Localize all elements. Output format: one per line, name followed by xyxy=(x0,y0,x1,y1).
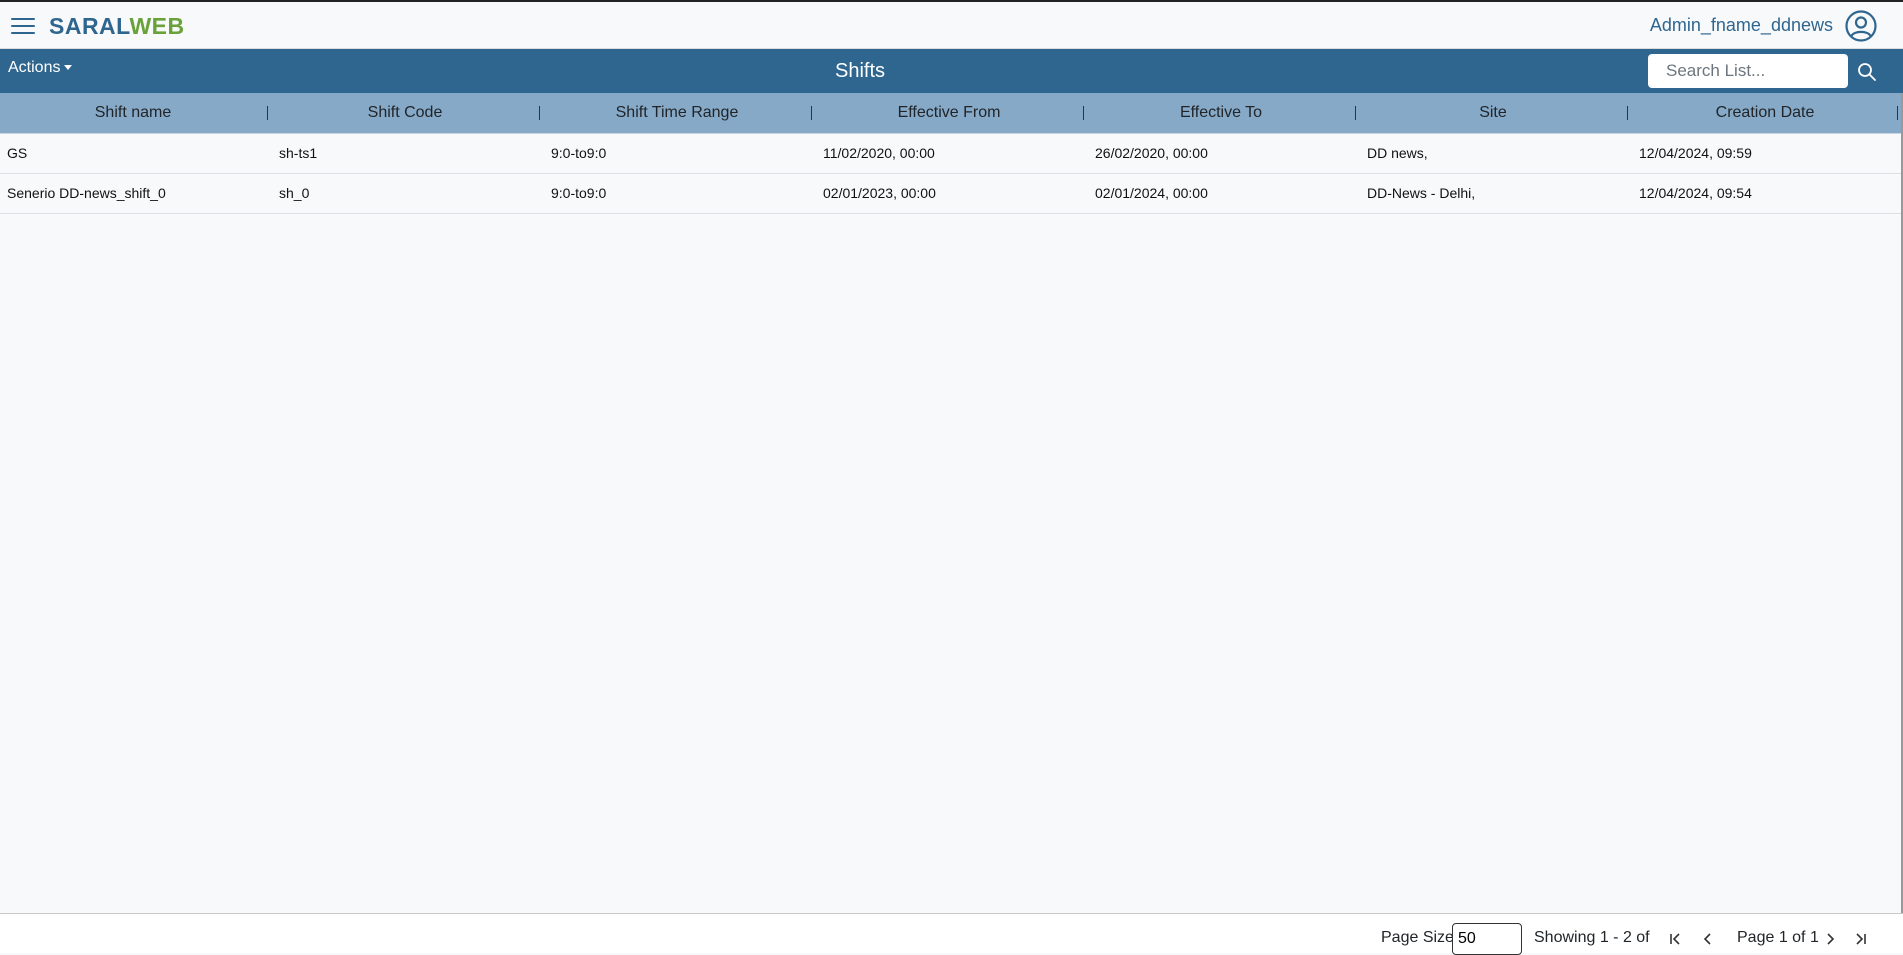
cell-effective-to: 02/01/2024, 00:00 xyxy=(1095,185,1208,201)
cell-shift-code: sh-ts1 xyxy=(279,145,318,161)
next-page-icon[interactable] xyxy=(1823,932,1837,946)
previous-page-icon[interactable] xyxy=(1701,932,1715,946)
user-circle-icon[interactable] xyxy=(1845,10,1877,42)
page-indicator: Page 1 of 1 xyxy=(1737,929,1819,946)
column-header-creation-date[interactable]: Creation Date xyxy=(1632,93,1898,133)
column-header-shift-name[interactable]: Shift name xyxy=(0,93,266,133)
cell-site: DD-News - Delhi, xyxy=(1367,185,1476,201)
cell-effective-from: 11/02/2020, 00:00 xyxy=(823,145,935,161)
cell-shift-time-range: 9:0-to9:0 xyxy=(551,185,607,201)
table-body: GS sh-ts1 9:0-to9:0 11/02/2020, 00:00 26… xyxy=(0,134,1903,214)
page-size-label: Page Size xyxy=(1381,929,1454,946)
pagination-footer: Page Size Showing 1 - 2 of Page 1 of 1 xyxy=(0,913,1903,955)
last-page-icon[interactable] xyxy=(1853,932,1867,946)
first-page-icon[interactable] xyxy=(1669,932,1683,946)
table-row[interactable]: Senerio DD-news_shift_0 sh_0 9:0-to9:0 0… xyxy=(0,174,1903,214)
column-resize-handle[interactable] xyxy=(1083,106,1084,120)
column-header-effective-to[interactable]: Effective To xyxy=(1088,93,1354,133)
brand-logo[interactable]: SARALWEB xyxy=(49,13,185,40)
cell-site: DD news, xyxy=(1367,145,1428,161)
column-header-shift-code[interactable]: Shift Code xyxy=(272,93,538,133)
cell-shift-name: Senerio DD-news_shift_0 xyxy=(7,185,166,201)
top-navbar: SARALWEB Admin_fname_ddnews xyxy=(0,0,1903,49)
cell-shift-time-range: 9:0-to9:0 xyxy=(551,145,607,161)
column-resize-handle[interactable] xyxy=(539,106,540,120)
column-resize-handle[interactable] xyxy=(1627,106,1628,120)
column-resize-handle[interactable] xyxy=(1355,106,1356,120)
brand-text-web: WEB xyxy=(129,13,185,39)
column-resize-handle[interactable] xyxy=(1897,106,1898,120)
page-title: Shifts xyxy=(834,60,886,82)
column-resize-handle[interactable] xyxy=(267,106,268,120)
table-row[interactable]: GS sh-ts1 9:0-to9:0 11/02/2020, 00:00 26… xyxy=(0,134,1903,174)
column-header-shift-time-range[interactable]: Shift Time Range xyxy=(544,93,810,133)
hamburger-menu-icon[interactable] xyxy=(11,16,35,36)
table-header: Shift name Shift Code Shift Time Range E… xyxy=(0,93,1903,134)
column-header-effective-from[interactable]: Effective From xyxy=(816,93,1082,133)
brand-text-saral: SARAL xyxy=(49,13,130,39)
column-resize-handle[interactable] xyxy=(811,106,812,120)
cell-shift-code: sh_0 xyxy=(279,185,310,201)
search-icon[interactable] xyxy=(1856,61,1878,83)
username-link[interactable]: Admin_fname_ddnews xyxy=(1650,15,1833,36)
cell-effective-to: 26/02/2020, 00:00 xyxy=(1095,145,1208,161)
cell-effective-from: 02/01/2023, 00:00 xyxy=(823,185,936,201)
column-header-site[interactable]: Site xyxy=(1360,93,1626,133)
search-input[interactable] xyxy=(1648,54,1848,88)
list-toolbar: Actions Shifts xyxy=(0,49,1903,93)
cell-shift-name: GS xyxy=(7,145,28,161)
page-size-input[interactable] xyxy=(1452,923,1522,955)
cell-creation-date: 12/04/2024, 09:59 xyxy=(1639,145,1752,161)
cell-creation-date: 12/04/2024, 09:54 xyxy=(1639,185,1752,201)
showing-range-text: Showing 1 - 2 of xyxy=(1534,929,1650,946)
